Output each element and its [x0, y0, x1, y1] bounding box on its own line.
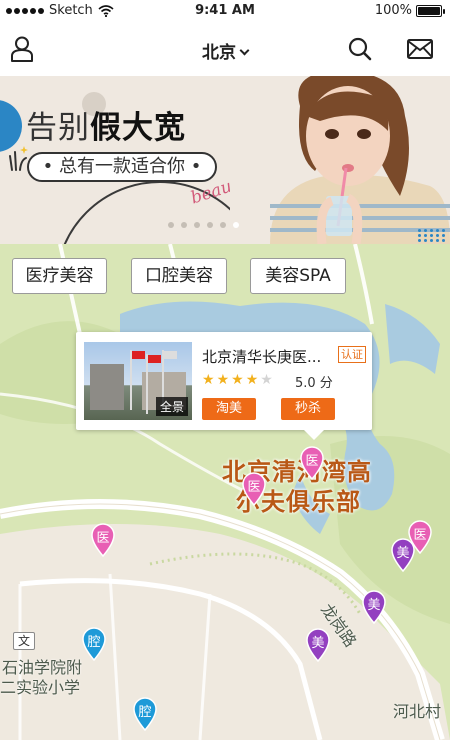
map-pin-medical[interactable]: 医	[89, 521, 117, 558]
pin-label: 医	[96, 531, 110, 546]
city-selector[interactable]: 北京	[0, 38, 450, 63]
decor-dot	[436, 234, 439, 237]
map-pin-dental[interactable]: 腔	[131, 695, 159, 732]
headline-bold: 假大宽	[90, 110, 186, 146]
certified-badge: 认证	[338, 346, 366, 363]
mail-icon[interactable]	[407, 39, 433, 59]
map-pin-beauty[interactable]: 美	[304, 626, 332, 663]
nav-bar: 北京	[0, 22, 450, 76]
decor-dot	[424, 239, 427, 242]
category-chip-medical[interactable]: 医疗美容	[12, 258, 107, 294]
battery-percent: 100%	[374, 3, 412, 18]
pin-label: 美	[311, 636, 325, 651]
carousel-dot[interactable]	[181, 222, 187, 228]
star-icon: ★	[216, 372, 230, 388]
battery-icon	[416, 4, 445, 17]
banner-headline: 告别假大宽	[26, 102, 186, 147]
pin-label: 美	[367, 598, 381, 613]
map-pin-medical[interactable]: 医	[240, 470, 268, 507]
carousel-indicator[interactable]	[168, 222, 239, 228]
map-school-label: 二实验小学	[0, 678, 81, 697]
pin-label: 腔	[138, 705, 152, 720]
map-pin-beauty[interactable]: 美	[389, 536, 417, 573]
map-view[interactable]: 医疗美容 口腔美容 美容SPA 北京清河湾高 尔夫俱乐部 龙岗路 文 石油学院附…	[0, 244, 450, 740]
panorama-label[interactable]: 全景	[155, 397, 188, 416]
decor-dot	[442, 229, 445, 232]
status-bar: Sketch 9:41 AM 100%	[0, 0, 450, 22]
model-photo	[230, 76, 450, 244]
tag-flash-sale-button[interactable]: 秒杀	[281, 398, 335, 420]
decor-dot	[430, 239, 433, 242]
decor-dot	[418, 229, 421, 232]
decor-dot	[436, 239, 439, 242]
map-pin-dental[interactable]: 腔	[80, 625, 108, 662]
rating-score: 5.0 分	[295, 376, 333, 391]
clinic-popup-card[interactable]: 全景 北京清华长庚医... 认证 ★ ★ ★ ★ ★ 5.0 分 淘美 秒杀	[76, 332, 372, 440]
rating-stars: ★ ★ ★ ★ ★	[202, 372, 273, 388]
tag-taomei-button[interactable]: 淘美	[202, 398, 256, 420]
carousel-dot[interactable]	[220, 222, 226, 228]
decor-dot	[418, 239, 421, 242]
map-pin-medical[interactable]: 医	[298, 444, 326, 481]
star-icon: ★	[245, 372, 259, 388]
search-icon[interactable]	[348, 37, 372, 61]
star-icon: ★	[231, 372, 244, 388]
clinic-name[interactable]: 北京清华长庚医...	[202, 346, 321, 367]
pin-label: 医	[305, 454, 319, 469]
carousel-dot[interactable]	[194, 222, 200, 228]
decor-dot	[418, 234, 421, 237]
decor-dot	[442, 234, 445, 237]
clinic-photo[interactable]: 全景	[84, 342, 192, 420]
star-icon: ★	[260, 372, 273, 388]
decor-dot	[442, 239, 445, 242]
banner-subline: • 总有一款适合你 •	[27, 152, 217, 182]
decor-dot	[424, 229, 427, 232]
city-label: 北京	[202, 43, 236, 63]
headline-prefix: 告别	[26, 110, 90, 146]
pin-label: 腔	[87, 635, 101, 650]
pin-label: 美	[396, 546, 410, 561]
carousel-dot[interactable]	[168, 222, 174, 228]
decor-dot	[430, 229, 433, 232]
promo-banner[interactable]: 告别假大宽 beauty • 总有一款适合你 •	[0, 76, 450, 244]
decor-dot	[424, 234, 427, 237]
decor-dot	[430, 234, 433, 237]
carousel-dot[interactable]	[233, 222, 239, 228]
decor-dot-grid	[418, 229, 446, 242]
category-chip-spa[interactable]: 美容SPA	[250, 258, 346, 294]
star-icon: ★	[202, 372, 215, 388]
pin-label: 医	[247, 480, 261, 495]
school-icon: 文	[13, 632, 35, 650]
chevron-down-icon	[239, 45, 250, 56]
carousel-dot[interactable]	[207, 222, 213, 228]
category-chip-dental[interactable]: 口腔美容	[131, 258, 227, 294]
decor-dot	[436, 229, 439, 232]
map-pin-beauty[interactable]: 美	[360, 588, 388, 625]
map-village-label: 河北村	[393, 702, 442, 721]
